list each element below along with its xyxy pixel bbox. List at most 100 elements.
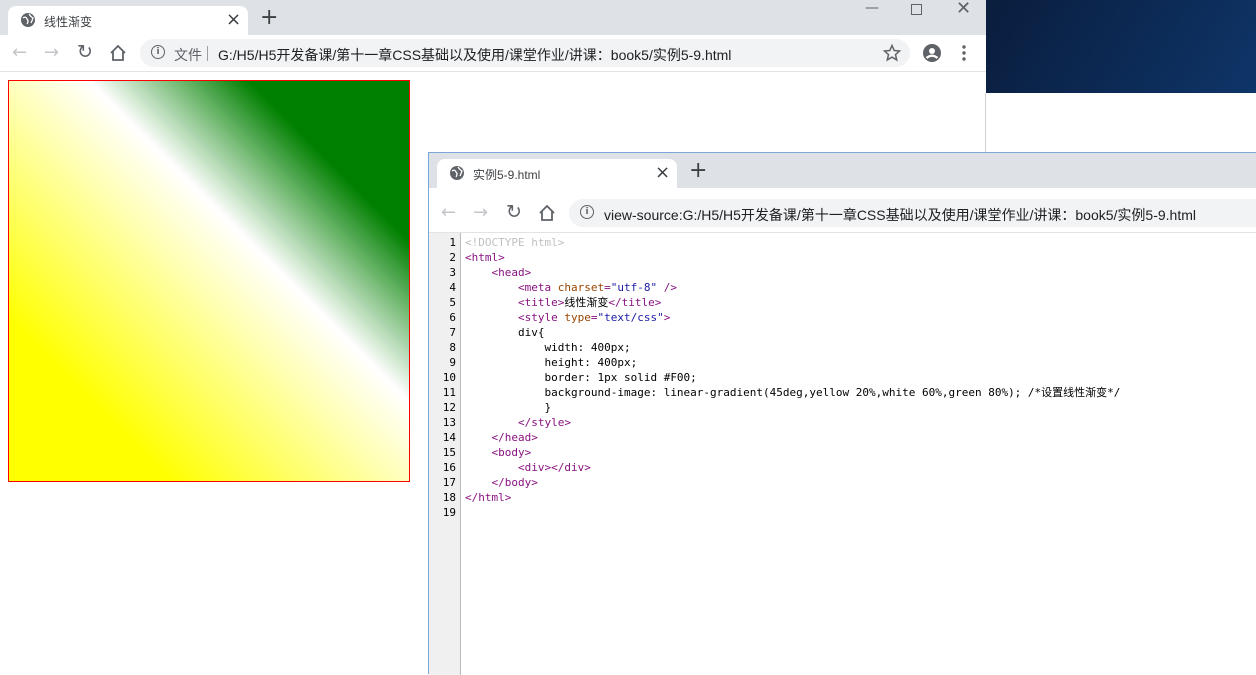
close-icon[interactable]: × (655, 164, 670, 182)
tab-strip: 线性渐变 × + (0, 0, 986, 35)
source-line: </style> (465, 415, 571, 430)
tab-strip: 实例5-9.html × + (429, 153, 1256, 188)
source-token: </title> (608, 296, 662, 309)
address-bar[interactable]: i 文件 G:/H5/H5开发备课/第十一章CSS基础以及使用/课堂作业/讲课：… (140, 39, 910, 67)
address-url: G:/H5/H5开发备课/第十一章CSS基础以及使用/课堂作业/讲课：book5… (218, 47, 732, 63)
tab-title: 实例5-9.html (473, 168, 541, 182)
source-line: </html> (465, 490, 511, 505)
source-line: <div></div> (465, 460, 591, 475)
line-number: 10 (442, 371, 456, 384)
source-token: } (544, 401, 552, 414)
new-tab-button[interactable]: + (260, 7, 278, 29)
source-indent (465, 461, 518, 474)
source-token: </div> (551, 461, 591, 474)
line-number: 13 (442, 416, 456, 429)
source-token: 线性渐变 (564, 296, 609, 309)
menu-icon[interactable] (962, 45, 966, 65)
source-indent (465, 326, 518, 339)
reload-icon[interactable]: ↻ (77, 43, 93, 62)
source-token: background-image: linear-gradient(45deg,… (544, 386, 1121, 399)
line-number: 15 (442, 446, 456, 459)
source-line: div{ (465, 325, 545, 340)
source-token: width: 400px; (544, 341, 631, 354)
source-token: type (564, 311, 591, 324)
toolbar: ← → ↻ i view-source:G:/H5/H5开发备课/第十一章CSS… (429, 195, 1256, 231)
star-icon[interactable] (882, 43, 902, 66)
home-icon[interactable] (109, 44, 127, 66)
source-indent (465, 341, 544, 354)
info-icon[interactable]: i (151, 45, 165, 59)
source-indent (465, 431, 492, 444)
source-line: <title>线性渐变</title> (465, 295, 661, 310)
source-indent (465, 356, 544, 369)
source-token: </style> (517, 416, 571, 429)
source-indent (465, 386, 544, 399)
maximize-icon[interactable] (911, 0, 922, 19)
source-token: height: 400px; (544, 356, 638, 369)
globe-icon (449, 165, 465, 185)
source-line: <body> (465, 445, 532, 460)
toolbar: ← → ↻ i 文件 G:/H5/H5开发备课/第十一章CSS基础以及使用/课堂… (0, 35, 986, 71)
source-line: <head> (465, 265, 532, 280)
source-line: width: 400px; (465, 340, 631, 355)
source-line: } (465, 400, 551, 415)
source-line: <!DOCTYPE html> (465, 235, 564, 250)
source-token: <style (517, 311, 565, 324)
back-arrow-icon[interactable]: ← (441, 204, 456, 222)
tab-title: 线性渐变 (44, 15, 93, 29)
source-line: background-image: linear-gradient(45deg,… (465, 385, 1120, 400)
info-icon[interactable]: i (580, 205, 594, 219)
back-arrow-icon[interactable]: ← (12, 44, 27, 62)
source-token: div{ (517, 326, 545, 339)
gradient-div (8, 80, 410, 482)
home-icon[interactable] (538, 204, 556, 226)
address-url: view-source:G:/H5/H5开发备课/第十一章CSS基础以及使用/课… (604, 207, 1196, 223)
source-token: > (663, 311, 671, 324)
source-indent (465, 281, 518, 294)
browser-window-view-source: 实例5-9.html × + ← → ↻ i view-source:G:/H5… (428, 152, 1256, 675)
source-token: <body> (491, 446, 532, 459)
line-number: 14 (442, 431, 456, 444)
minimize-icon[interactable]: — (865, 0, 879, 16)
line-number: 4 (449, 281, 456, 294)
source-view: 1 2 3 4 5 6 7 8 9 10 11 12 13 14 15 16 17 18 19 <!DOCTYPE … (429, 232, 1256, 675)
account-icon[interactable] (922, 43, 942, 67)
source-token: "utf-8" (610, 281, 658, 294)
line-number: 1 (449, 236, 456, 249)
window-edge (985, 93, 986, 153)
source-token: = (604, 281, 611, 294)
close-icon[interactable]: × (226, 11, 241, 29)
line-number: 17 (442, 476, 456, 489)
source-indent (465, 446, 492, 459)
line-number: 7 (449, 326, 456, 339)
line-number: 11 (442, 386, 456, 399)
source-token: <title> (517, 296, 565, 309)
reload-icon[interactable]: ↻ (506, 203, 522, 222)
source-token: </html> (465, 491, 512, 504)
source-indent (465, 266, 492, 279)
line-number: 16 (442, 461, 456, 474)
source-token: /> (657, 281, 677, 294)
tab-view-source[interactable]: 实例5-9.html × (437, 159, 677, 188)
source-indent (465, 416, 518, 429)
line-number: 3 (449, 266, 456, 279)
desktop-wallpaper (986, 0, 1256, 93)
source-token: border: 1px solid #F00; (544, 371, 697, 384)
source-token: <html> (465, 251, 505, 264)
source-indent (465, 371, 544, 384)
line-number: 8 (449, 341, 456, 354)
globe-icon (20, 12, 36, 32)
source-token: charset (557, 281, 605, 294)
source-line: </body> (465, 475, 538, 490)
tab-linear-gradient[interactable]: 线性渐变 × (8, 6, 248, 35)
line-number-gutter: 1 2 3 4 5 6 7 8 9 10 11 12 13 14 15 16 17 18 19 (429, 233, 461, 675)
forward-arrow-icon[interactable]: → (44, 44, 59, 62)
source-token: <div> (517, 461, 552, 474)
source-line: <style type="text/css"> (465, 310, 670, 325)
address-bar[interactable]: i view-source:G:/H5/H5开发备课/第十一章CSS基础以及使用… (569, 199, 1256, 227)
source-line: height: 400px; (465, 355, 637, 370)
window-close-icon[interactable]: ✕ (956, 0, 971, 19)
forward-arrow-icon[interactable]: → (473, 204, 488, 222)
source-line: </head> (465, 430, 538, 445)
new-tab-button[interactable]: + (689, 160, 707, 182)
